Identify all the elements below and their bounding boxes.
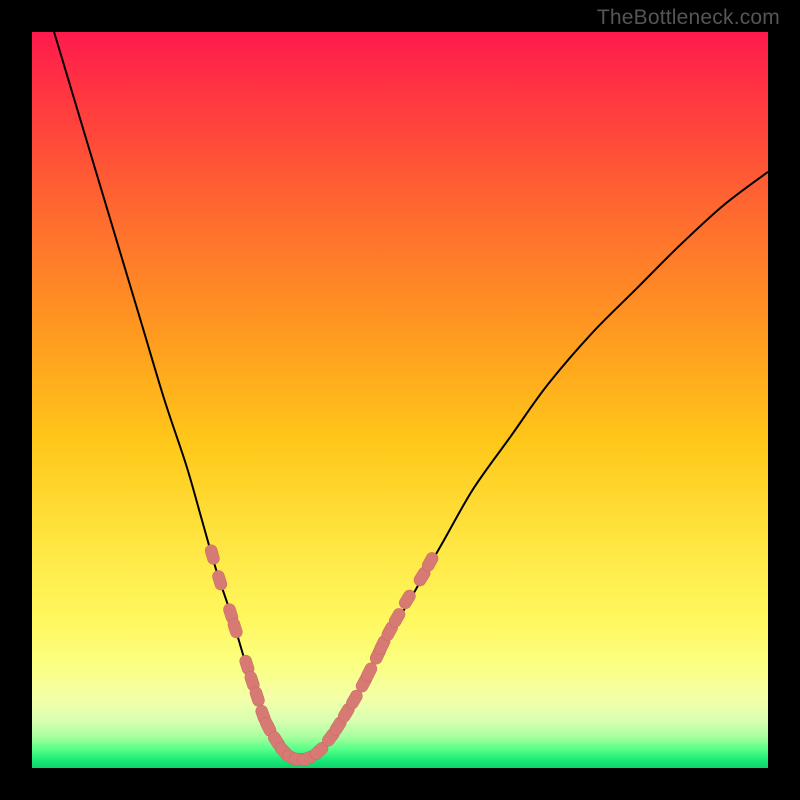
gradient-background bbox=[32, 32, 768, 768]
bottleneck-chart bbox=[32, 32, 768, 768]
chart-frame: TheBottleneck.com bbox=[0, 0, 800, 800]
plot-area bbox=[32, 32, 768, 768]
watermark-text: TheBottleneck.com bbox=[597, 6, 780, 30]
